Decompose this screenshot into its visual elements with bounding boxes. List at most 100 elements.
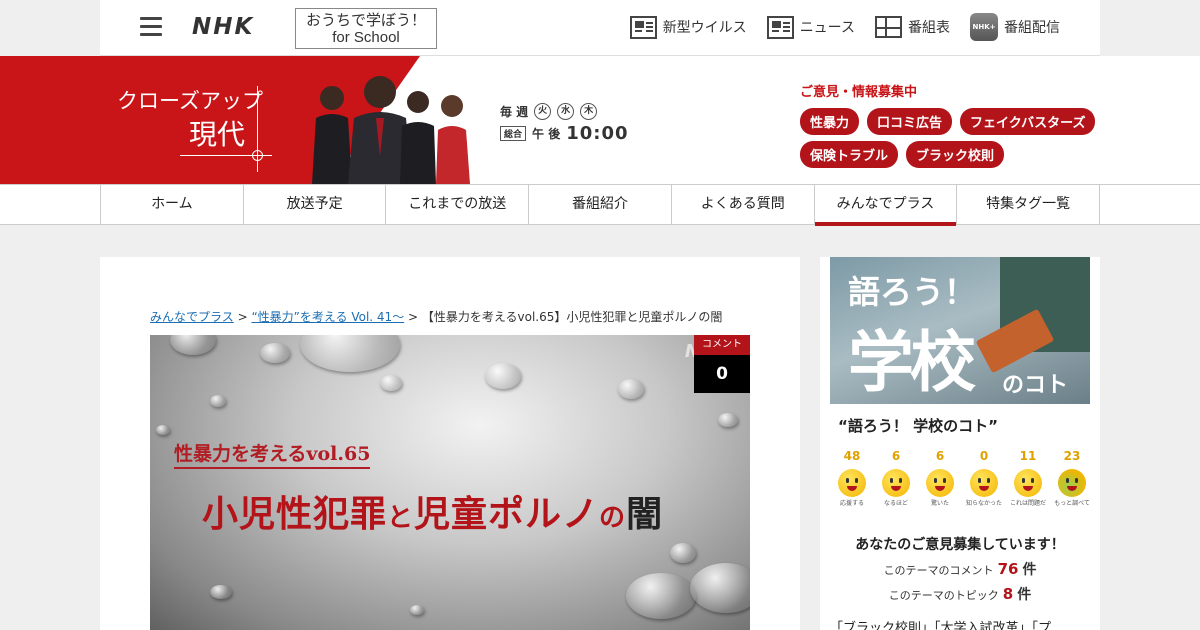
water-drop [670,543,696,563]
gnav-label: 番組紹介 [572,196,629,212]
water-drop [690,563,750,613]
topnav-covid[interactable]: 新型ウイルス [629,13,747,41]
reaction-label: 知らなかった [965,500,1002,507]
opinion-tag[interactable]: フェイクバスターズ [960,108,1096,135]
theme-image-text: のコト [1002,373,1069,398]
day-badge: 水 [557,102,575,120]
theme-comment-stat[interactable]: このテーマのコメント 76 件 [820,559,1100,579]
water-drop [210,395,226,407]
for-school-line1: おうちで学ぼう！ [305,11,426,29]
global-nav-items: ホーム 放送予定 これまでの放送 番組紹介 よくある質問 みんなでプラス 特集タ… [100,185,1101,226]
reaction-problem[interactable]: 11 これは問題だ [1006,449,1050,508]
broadcast-schedule: 毎 週 火 水 木 総合 午 後 10:00 [500,100,629,144]
reaction-cheer[interactable]: 48 応援する [830,449,874,508]
nhk-logo[interactable]: NHK [192,14,254,40]
topnav-news[interactable]: ニュース [766,13,855,41]
topnav-streaming[interactable]: NHK+ 番組配信 [970,13,1060,41]
gnav-schedule[interactable]: 放送予定 [242,185,386,225]
opinion-title: ご意見・情報募集中 [800,85,918,100]
theme-tag-list[interactable]: 「ブラック校則」「大学入試改革」「プ [830,617,1051,630]
topnav-label: ニュース [799,20,855,36]
program-title[interactable]: クローズアップ 現代 [117,84,263,152]
hero-headline-part: の [599,503,627,533]
reaction-count: 23 [1063,449,1081,463]
water-drop [300,335,400,372]
top-nav: 新型ウイルス ニュース 番組表 NHK+ 番組配信 [629,13,1060,41]
wondering-face-icon [970,469,998,497]
gnav-tags[interactable]: 特集タグ一覧 [956,185,1101,225]
theme-image-text: 学校 [848,324,976,401]
water-drop [410,605,424,615]
topnav-label: 番組配信 [1004,20,1060,36]
water-drop [170,335,216,355]
reaction-agree[interactable]: 6 なるほど [874,449,918,508]
hero-headline-part: 闇 [626,493,664,535]
curious-face-icon [1058,469,1086,497]
opinion-request: あなたのご意見募集しています！ [855,537,1065,553]
gnav-label: ホーム [151,196,193,212]
thinking-face-icon [882,469,910,497]
gnav-label: これまでの放送 [408,196,507,212]
opinion-tag[interactable]: 性暴力 [800,108,860,135]
surprised-face-icon [926,469,954,497]
reaction-count: 6 [891,449,901,463]
gnav-label: 特集タグ一覧 [986,196,1071,212]
gnav-minnade-plus[interactable]: みんなでプラス [813,185,957,226]
opinion-tag[interactable]: ブラック校則 [906,141,1005,168]
water-drop [485,363,521,389]
water-drop [618,379,644,399]
theme-image-text: 語ろう！ [848,273,977,311]
casters-photo [312,76,470,184]
reaction-didnt-know[interactable]: 0 知らなかった [962,449,1006,508]
water-drop [718,413,738,427]
gnav-archive[interactable]: これまでの放送 [385,185,528,225]
smile-face-icon [838,469,866,497]
program-title-line1: クローズアップ [117,89,263,113]
breadcrumb: みんなでプラス > “性暴力”を考える Vol. 41～ > 【性暴力を考えるv… [150,308,722,325]
opinion-call: ご意見・情報募集中 性暴力 口コミ広告 フェイクバスターズ 保険トラブル ブラッ… [800,81,1100,168]
breadcrumb-link[interactable]: みんなでプラス [150,310,234,324]
for-school-line2: for School [332,29,400,46]
reaction-surprised[interactable]: 6 驚いた [918,449,962,508]
gnav-about[interactable]: 番組紹介 [528,185,671,225]
topnav-label: 番組表 [908,20,950,36]
reaction-label: なるほど [883,500,908,507]
gnav-label: 放送予定 [286,196,343,212]
reaction-label: 驚いた [930,500,949,507]
hero-headline: 小児性犯罪と児童ポルノの闇 [202,485,663,537]
water-drop [260,343,290,363]
reaction-list: 48 応援する 6 なるほど 6 驚いた 0 知らなかった 11 これは問題だ … [830,449,1094,508]
gnav-faq[interactable]: よくある質問 [670,185,814,225]
water-drop [380,375,402,391]
opinion-tag[interactable]: 保険トラブル [800,141,899,168]
channel-badge: 総合 [500,125,527,141]
menu-icon[interactable] [140,17,162,37]
gnav-home[interactable]: ホーム [100,185,243,225]
breadcrumb-sep: > [404,310,422,324]
stat-count: 8 [1002,585,1014,603]
gnav-label: よくある質問 [700,196,785,212]
day-badge: 木 [580,102,598,120]
main-content: みんなでプラス > “性暴力”を考える Vol. 41～ > 【性暴力を考えるv… [100,257,800,630]
water-drop [156,425,170,435]
topnav-schedule[interactable]: 番組表 [875,13,950,41]
breadcrumb-sep: > [233,310,252,324]
theme-topic-stat[interactable]: このテーマのトピック 8 件 [820,584,1100,604]
for-school-link[interactable]: おうちで学ぼう！ for School [295,8,437,49]
reaction-research-more[interactable]: 23 もっと調べて [1050,449,1094,508]
concerned-face-icon [1014,469,1042,497]
opinion-tags: 性暴力 口コミ広告 フェイクバスターズ 保険トラブル ブラック校則 [800,108,1100,168]
stat-unit: 件 [1017,587,1032,603]
breadcrumb-link[interactable]: “性暴力”を考える Vol. 41～ [251,310,404,324]
comment-label: コメント [694,335,750,355]
site-header: NHK おうちで学ぼう！ for School 新型ウイルス ニュース 番組表 … [100,0,1100,56]
reaction-count: 0 [979,449,989,463]
opinion-tag[interactable]: 口コミ広告 [867,108,953,135]
reaction-label: これは問題だ [1009,500,1046,507]
comment-counter[interactable]: コメント 0 [694,335,750,393]
theme-image[interactable]: 語ろう！ 学校 のコト [830,257,1090,404]
theme-title[interactable]: “語ろう！ 学校のコト” [838,415,998,436]
hero-headline-part: と [387,503,415,533]
title-crosshair [252,150,263,161]
schedule-ampm: 午 後 [532,126,561,141]
